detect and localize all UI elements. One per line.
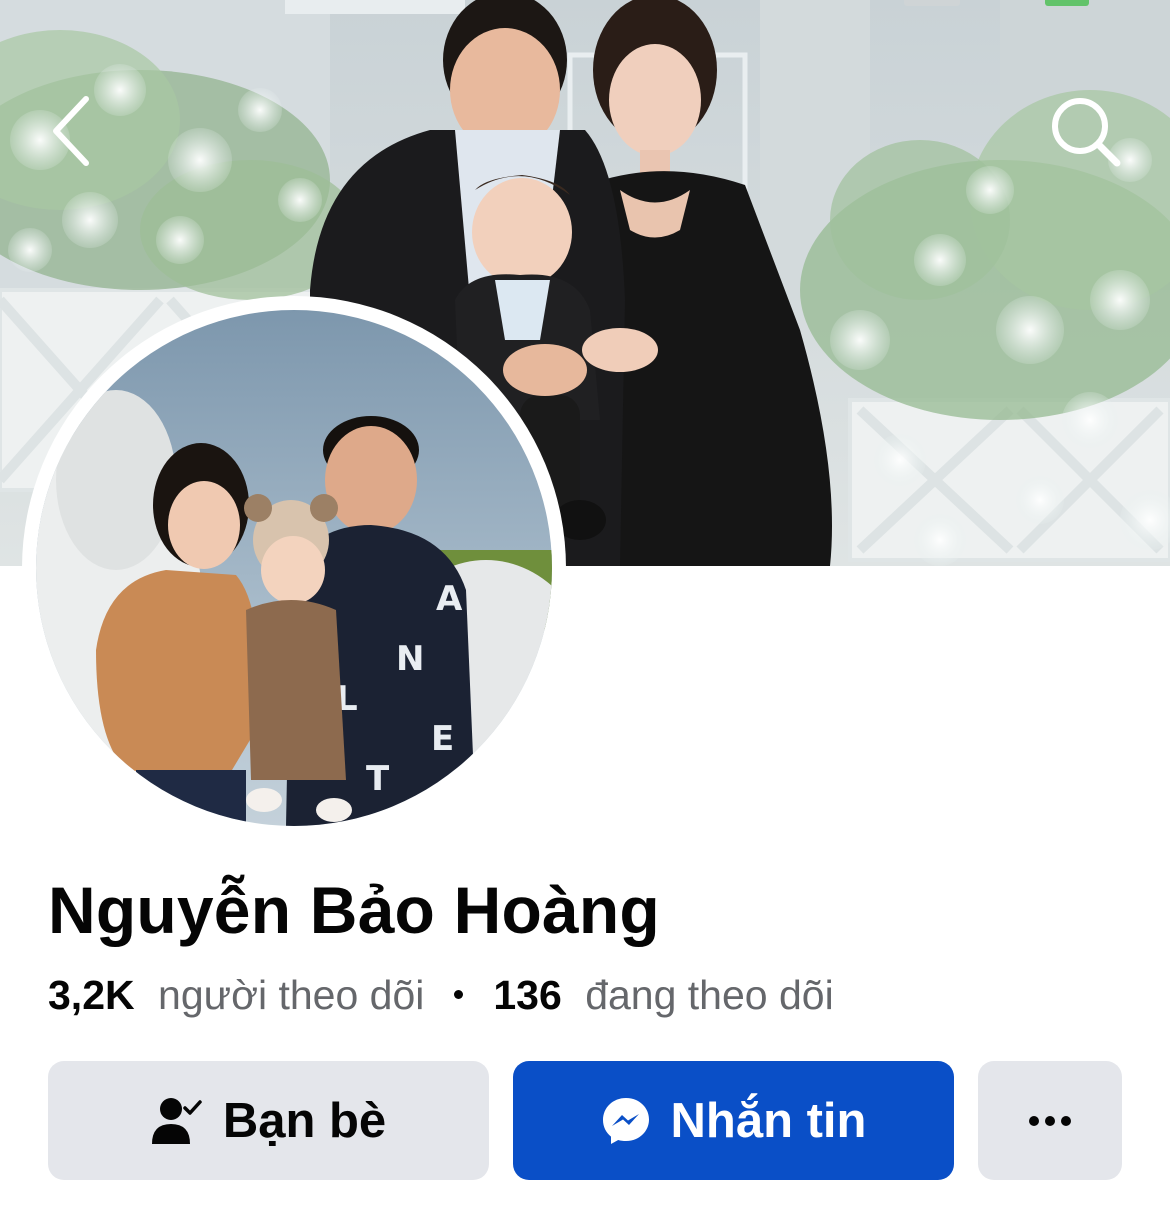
follow-stats: 3,2K người theo dõi 136 đang theo dõi [48, 972, 834, 1019]
followers-stat[interactable]: 3,2K người theo dõi [48, 972, 424, 1019]
svg-text:A: A [436, 579, 463, 619]
friends-button-label: Bạn bè [222, 1093, 387, 1148]
back-button[interactable] [26, 86, 116, 176]
avatar-image: A N L E T [36, 310, 552, 826]
profile-name: Nguyễn Bảo Hoàng [48, 873, 660, 947]
more-button[interactable] [978, 1061, 1122, 1180]
svg-text:E: E [431, 719, 454, 759]
message-button[interactable]: Nhắn tin [513, 1061, 954, 1180]
messenger-icon [601, 1096, 651, 1146]
separator-dot [454, 990, 464, 999]
svg-text:T: T [366, 759, 390, 799]
svg-text:N: N [396, 639, 424, 679]
profile-page: A N L E T Nguyễn Bảo Hoàng 3,2K người th… [0, 0, 1170, 1215]
avatar: A N L E T [36, 310, 552, 826]
profile-picture[interactable]: A N L E T [22, 296, 566, 840]
friend-check-icon [151, 1096, 203, 1146]
friends-button[interactable]: Bạn bè [48, 1061, 489, 1180]
search-button[interactable] [1040, 86, 1130, 176]
following-stat[interactable]: 136 đang theo dõi [493, 972, 833, 1019]
following-label: đang theo dõi [585, 972, 834, 1018]
followers-count: 3,2K [48, 972, 135, 1018]
chevron-left-icon [53, 96, 89, 166]
search-icon [1052, 98, 1121, 167]
followers-label: người theo dõi [158, 972, 425, 1018]
following-count: 136 [493, 972, 562, 1018]
message-button-label: Nhắn tin [670, 1093, 867, 1148]
more-dots-icon [1029, 1115, 1071, 1126]
